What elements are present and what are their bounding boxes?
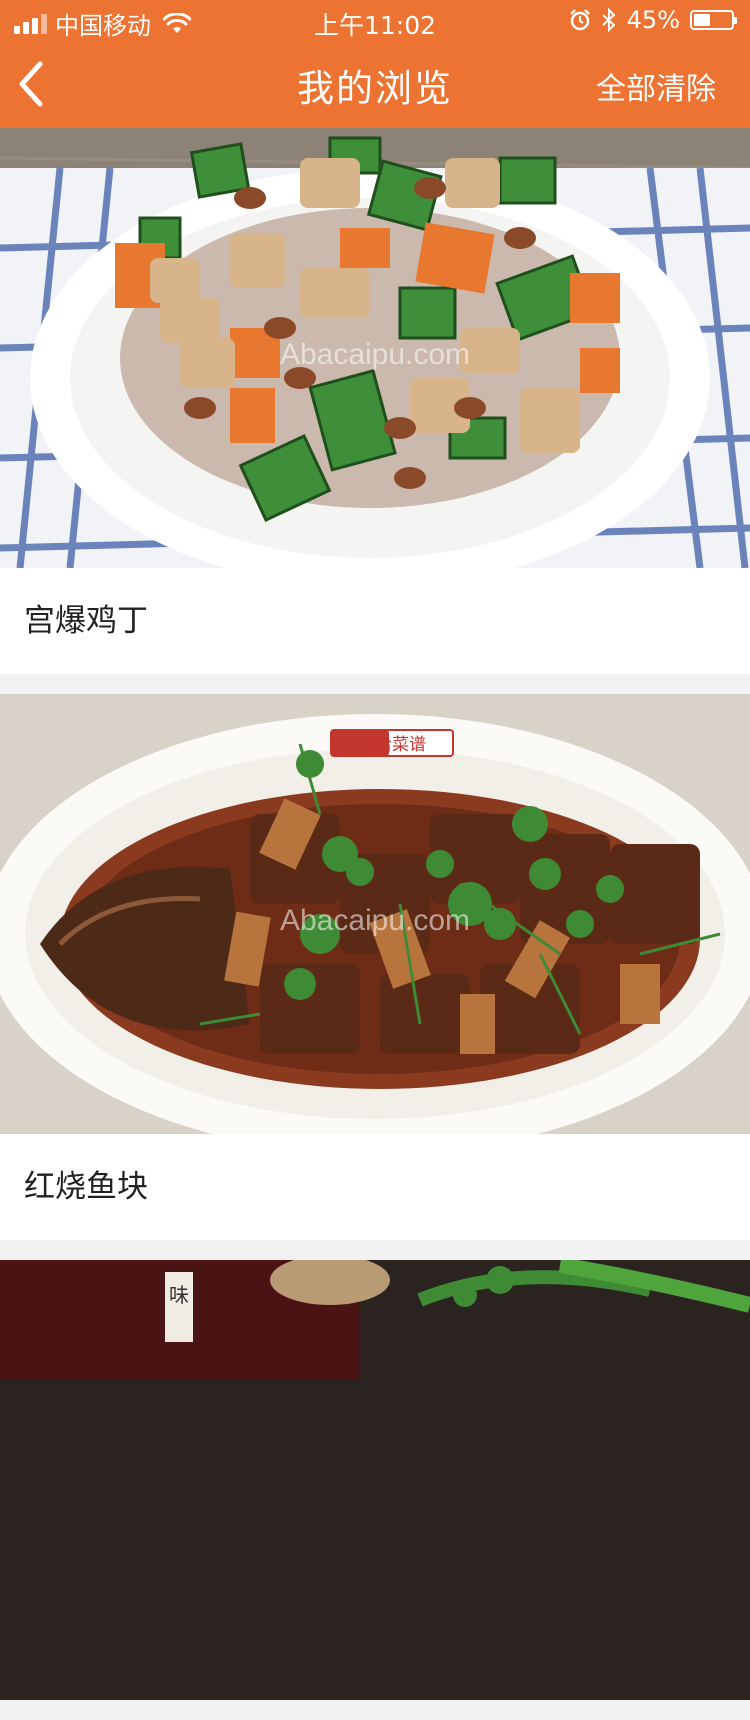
- battery-fill: [694, 14, 710, 26]
- list-item[interactable]: 香哈菜谱 Abacaipu.com 红烧鱼块: [0, 694, 750, 1240]
- dish-title: 红烧鱼块: [24, 1169, 148, 1205]
- bluetooth-icon: [601, 8, 616, 32]
- dish-title: 宫爆鸡丁: [24, 603, 148, 639]
- app-header: 中国移动 上午11:02 45% 我的浏览 全部清除: [0, 0, 750, 128]
- watermark: Abacaipu.com: [279, 904, 471, 937]
- history-list: Abacaipu.com 宫爆鸡丁 香哈菜谱 Abacaipu.com 红烧鱼块…: [0, 128, 750, 1720]
- status-right: 45%: [569, 6, 737, 34]
- dish-photo: 味: [0, 1260, 750, 1700]
- seal-stamp: 味: [169, 1283, 189, 1307]
- nav-bar: 我的浏览 全部清除: [0, 40, 750, 128]
- list-item[interactable]: 味: [0, 1260, 750, 1700]
- dish-image: 香哈菜谱 Abacaipu.com: [0, 694, 750, 1134]
- watermark: Abacaipu.com: [279, 338, 471, 371]
- dish-image: Abacaipu.com: [0, 128, 750, 568]
- dish-image: 味: [0, 1260, 750, 1700]
- status-bar: 中国移动 上午11:02 45%: [0, 0, 750, 40]
- plate-stamp: 香哈菜谱: [358, 735, 426, 755]
- alarm-icon: [569, 9, 590, 31]
- list-item[interactable]: Abacaipu.com 宫爆鸡丁: [0, 128, 750, 674]
- clear-all-button[interactable]: 全部清除: [596, 64, 716, 108]
- battery-percent: 45%: [626, 6, 680, 34]
- battery-icon: [690, 10, 737, 30]
